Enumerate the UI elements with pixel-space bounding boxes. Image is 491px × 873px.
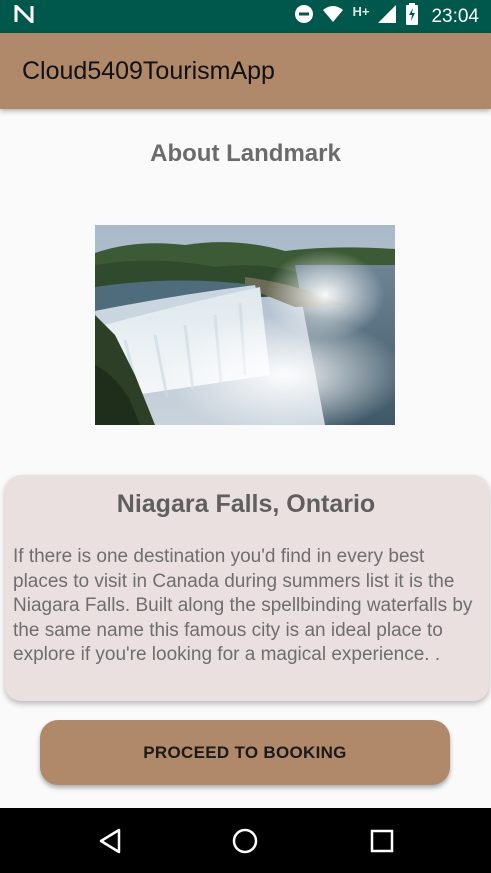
landmark-info-card: Niagara Falls, Ontario If there is one d… [5,475,489,701]
page-heading: About Landmark [150,140,341,167]
landmark-description: If there is one destination you'd find i… [13,546,473,665]
recents-icon[interactable] [367,826,397,856]
landmark-title: Niagara Falls, Ontario [116,490,376,518]
back-icon[interactable] [95,826,125,856]
home-icon[interactable] [230,826,260,856]
notification-n-icon [14,2,34,28]
app-title: Cloud5409TourismApp [22,56,275,85]
dnd-icon [294,4,314,29]
status-time: 23:04 [431,5,479,27]
status-bar: H+ 23:04 [0,0,491,33]
wifi-icon [322,5,344,28]
cell-signal-icon [377,4,397,29]
proceed-to-booking-button[interactable]: PROCEED TO BOOKING [40,720,450,785]
battery-charging-icon [405,3,419,30]
app-bar: Cloud5409TourismApp [0,33,491,109]
navigation-bar [0,808,491,873]
landmark-image [95,225,395,425]
network-type-label: H+ [352,4,370,19]
